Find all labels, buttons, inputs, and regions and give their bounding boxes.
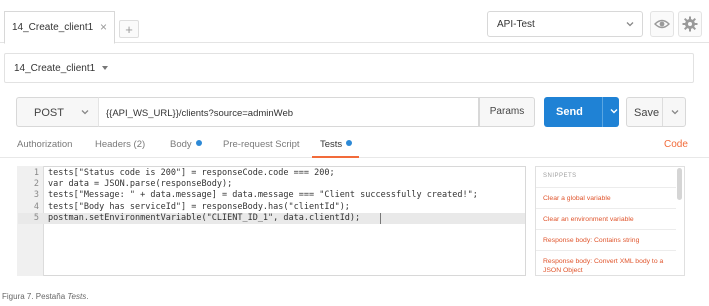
- code-link[interactable]: Code: [664, 139, 688, 150]
- code-line: tests["Status code is 200"] = responseCo…: [48, 168, 335, 178]
- code-line: tests["Body has serviceId"] = responseBo…: [48, 201, 350, 212]
- figure-caption: Figura 7. Pestaña Tests.: [2, 292, 88, 301]
- code-line: postman.setEnvironmentVariable("CLIENT_I…: [48, 212, 361, 223]
- caption-prefix: Figura 7. Pestaña: [2, 292, 68, 301]
- send-divider: [602, 97, 603, 127]
- tab-authorization[interactable]: Authorization: [17, 139, 72, 150]
- snippets-scrollbar[interactable]: [677, 168, 682, 200]
- tab-body[interactable]: Body: [170, 139, 202, 150]
- gear-icon: [682, 16, 698, 32]
- active-tab-indicator: [312, 156, 359, 158]
- tab-tests-label: Tests: [320, 139, 343, 150]
- tab-tests[interactable]: Tests: [320, 139, 353, 150]
- snippet-divider: [536, 187, 676, 188]
- tab-pre-request-script[interactable]: Pre-request Script: [223, 139, 300, 150]
- new-tab-button[interactable]: +: [119, 20, 139, 38]
- tab-headers-label: Headers (2): [95, 139, 146, 150]
- tab-pre-request-label: Pre-request Script: [223, 139, 300, 150]
- code-lines[interactable]: tests["Status code is 200"] = responseCo…: [48, 168, 478, 224]
- line-number: 4: [33, 201, 39, 212]
- snippet-link[interactable]: Response body: Contains string: [543, 236, 673, 245]
- line-number: 5: [33, 212, 39, 223]
- request-tab[interactable]: 14_Create_client1 ×: [4, 11, 115, 44]
- line-number: 3: [33, 190, 39, 201]
- snippet-link[interactable]: Response body: Convert XML body to a JSO…: [543, 257, 673, 275]
- method-select[interactable]: POST: [16, 97, 98, 127]
- url-value: {{API_WS_URL}}/clients?source=adminWeb: [106, 108, 294, 119]
- quick-look-button[interactable]: [650, 11, 674, 37]
- environment-select[interactable]: API-Test: [487, 11, 643, 37]
- snippet-divider: [536, 229, 676, 230]
- status-dot: [346, 140, 353, 146]
- line-number: 2: [33, 179, 39, 190]
- eye-icon: [654, 19, 670, 29]
- tab-headers[interactable]: Headers (2): [95, 139, 145, 150]
- request-name-bar[interactable]: 14_Create_client1: [4, 53, 694, 83]
- tab-body-label: Body: [170, 139, 192, 150]
- text-cursor: [380, 213, 381, 224]
- snippet-divider: [536, 208, 676, 209]
- code-line: var data = JSON.parse(responseBody);: [48, 179, 233, 190]
- tab-authorization-label: Authorization: [17, 139, 73, 150]
- caption-emphasis: Tests: [67, 292, 87, 301]
- send-label: Send: [556, 106, 583, 118]
- request-name: 14_Create_client1: [14, 63, 96, 74]
- chevron-down-icon[interactable]: [669, 106, 681, 118]
- chevron-down-icon[interactable]: [608, 105, 620, 117]
- chevron-down-icon: [81, 110, 89, 115]
- request-tab-label: 14_Create_client1: [12, 22, 94, 33]
- caret-down-icon: [102, 66, 108, 70]
- line-numbers: 1 2 3 4 5: [17, 168, 39, 224]
- line-number: 1: [33, 168, 39, 178]
- snippet-divider: [536, 250, 676, 251]
- save-label: Save: [634, 107, 660, 119]
- environment-select-label: API-Test: [497, 19, 535, 30]
- snippets-title: SNIPPETS: [543, 173, 577, 179]
- settings-button[interactable]: [678, 11, 702, 37]
- code-line: tests["Message: " + data.message] = data…: [48, 190, 478, 201]
- status-dot: [195, 140, 202, 146]
- save-divider: [662, 98, 663, 126]
- params-button[interactable]: Params: [479, 97, 535, 127]
- snippet-link[interactable]: Clear a global variable: [543, 194, 673, 203]
- chevron-down-icon: [626, 22, 634, 27]
- save-button[interactable]: Save: [626, 97, 686, 127]
- method-label: POST: [34, 107, 64, 119]
- snippet-link[interactable]: Clear an environment variable: [543, 215, 673, 224]
- caption-suffix: .: [86, 292, 89, 301]
- send-button[interactable]: Send: [544, 97, 619, 127]
- close-icon[interactable]: ×: [100, 20, 107, 34]
- url-input[interactable]: {{API_WS_URL}}/clients?source=adminWeb: [98, 97, 479, 127]
